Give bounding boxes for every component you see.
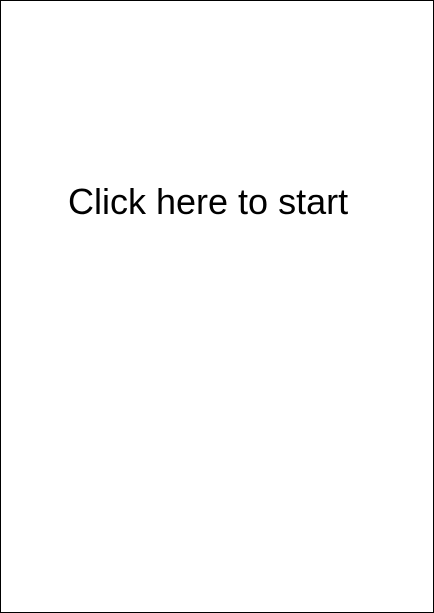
canvas-frame: Click here to start — [0, 0, 434, 613]
start-link[interactable]: Click here to start — [68, 181, 348, 223]
